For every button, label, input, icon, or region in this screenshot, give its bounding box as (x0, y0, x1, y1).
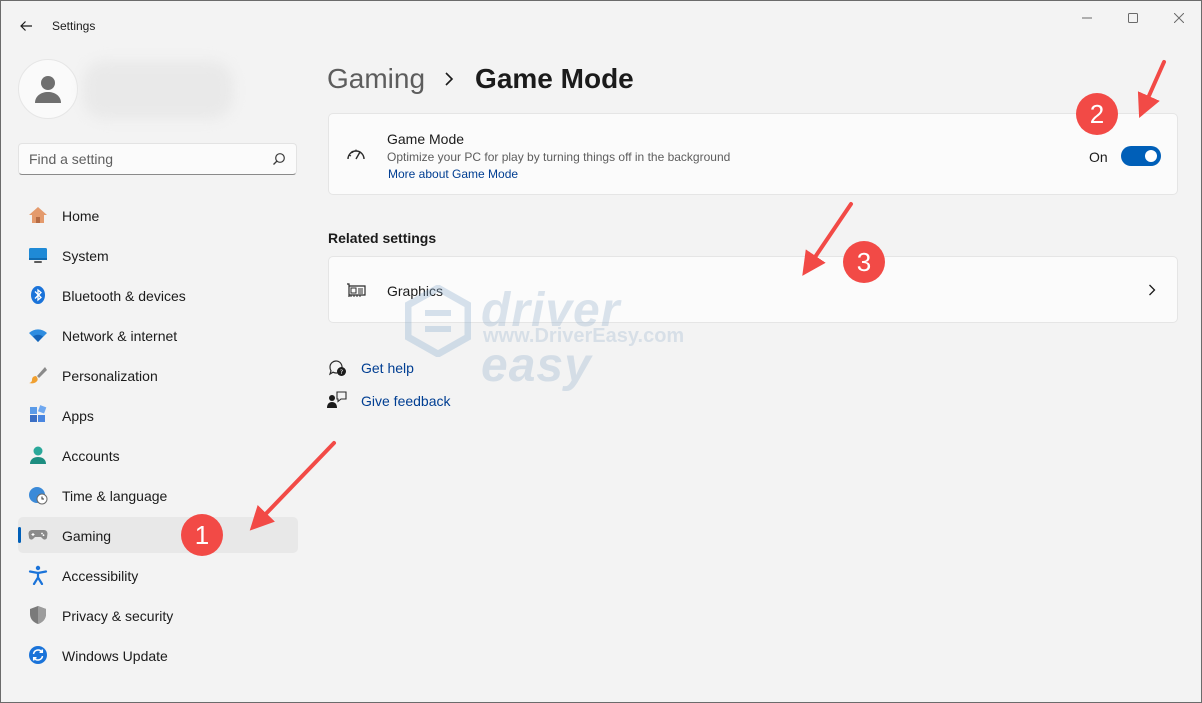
chevron-right-icon (443, 71, 455, 87)
gamepad-icon (28, 530, 48, 540)
home-icon (29, 207, 47, 223)
sidebar-item-label: Gaming (62, 528, 112, 544)
give-feedback-link[interactable]: Give feedback (361, 393, 451, 409)
sidebar-item-label: Home (62, 208, 100, 224)
sidebar-item-personalization[interactable]: Personalization (18, 357, 298, 393)
related-settings-heading: Related settings (328, 230, 437, 246)
step-badge-1: 1 (181, 514, 223, 556)
avatar[interactable] (18, 59, 78, 119)
breadcrumb-parent[interactable]: Gaming (327, 63, 425, 95)
svg-text:?: ? (340, 368, 343, 376)
toggle-state-label: On (1089, 149, 1108, 165)
sidebar-item-home[interactable]: Home (18, 197, 298, 233)
arrow-to-toggle (1137, 60, 1166, 118)
sidebar-item-accounts[interactable]: Accounts (18, 437, 298, 473)
sidebar-nav: Home System Bluetooth & devices Network … (18, 197, 298, 677)
driver-easy-logo-icon (405, 285, 471, 357)
game-mode-title: Game Mode (387, 131, 465, 147)
apps-icon (30, 405, 47, 422)
minimize-button[interactable] (1067, 7, 1107, 29)
more-about-game-mode-link[interactable]: More about Game Mode (388, 167, 518, 181)
game-mode-description: Optimize your PC for play by turning thi… (387, 150, 731, 164)
sidebar-item-accessibility[interactable]: Accessibility (18, 557, 298, 593)
search-icon[interactable] (272, 152, 286, 166)
search-input[interactable] (29, 144, 269, 174)
title-bar: Settings (1, 1, 1201, 49)
speedometer-icon (347, 149, 365, 160)
sidebar-item-network[interactable]: Network & internet (18, 317, 298, 353)
maximize-icon (1128, 13, 1138, 23)
sidebar-item-label: Network & internet (62, 328, 178, 344)
minimize-icon (1082, 17, 1092, 19)
user-icon (35, 76, 61, 103)
sidebar-item-apps[interactable]: Apps (18, 397, 298, 433)
chevron-right-icon (1149, 284, 1156, 296)
arrow-left-icon (20, 21, 32, 31)
sidebar-item-time-language[interactable]: Time & language (18, 477, 298, 513)
breadcrumb: Gaming Game Mode (327, 59, 634, 99)
monitor-icon (29, 248, 47, 263)
sidebar-item-label: Accounts (62, 448, 120, 464)
sidebar-item-gaming[interactable]: Gaming (18, 517, 298, 553)
back-button[interactable] (15, 15, 37, 37)
update-icon (29, 646, 47, 664)
bluetooth-icon (31, 286, 45, 304)
watermark: driver easy www.DriverEasy.com (405, 283, 725, 392)
sidebar-item-label: Apps (62, 408, 94, 424)
sidebar-item-label: Privacy & security (62, 608, 174, 624)
close-icon (1174, 13, 1184, 23)
paintbrush-icon (29, 367, 47, 384)
game-mode-toggle[interactable] (1121, 146, 1161, 166)
step-badge-3: 3 (843, 241, 885, 283)
game-mode-card: Game Mode Optimize your PC for play by t… (328, 113, 1178, 195)
accessibility-icon (28, 565, 48, 585)
globe-clock-icon (29, 487, 48, 505)
active-indicator (18, 527, 21, 543)
sidebar-item-label: Accessibility (62, 568, 139, 584)
graphics-card-icon (347, 283, 366, 297)
sidebar-item-system[interactable]: System (18, 237, 298, 273)
watermark-url: www.DriverEasy.com (483, 325, 685, 347)
sidebar-item-label: System (62, 248, 109, 264)
settings-window: Settings Home (0, 0, 1202, 703)
sidebar-item-windows-update[interactable]: Windows Update (18, 637, 298, 673)
page-title: Game Mode (475, 63, 634, 94)
toggle-knob (1145, 150, 1157, 162)
person-icon (30, 446, 46, 464)
step-badge-2: 2 (1076, 93, 1118, 135)
app-title: Settings (52, 19, 96, 33)
feedback-icon (327, 391, 347, 408)
help-chat-icon: ? (328, 360, 346, 376)
maximize-button[interactable] (1113, 7, 1153, 29)
search-box[interactable] (18, 143, 297, 175)
shield-icon (30, 606, 46, 624)
sidebar-item-bluetooth[interactable]: Bluetooth & devices (18, 277, 298, 313)
wifi-icon (29, 329, 47, 342)
username-blurred (83, 61, 233, 119)
sidebar-item-label: Time & language (62, 488, 168, 504)
sidebar-item-label: Windows Update (62, 648, 168, 664)
close-button[interactable] (1159, 7, 1199, 29)
sidebar-item-privacy-security[interactable]: Privacy & security (18, 597, 298, 633)
sidebar-item-label: Personalization (62, 368, 158, 384)
sidebar-item-label: Bluetooth & devices (62, 288, 186, 304)
